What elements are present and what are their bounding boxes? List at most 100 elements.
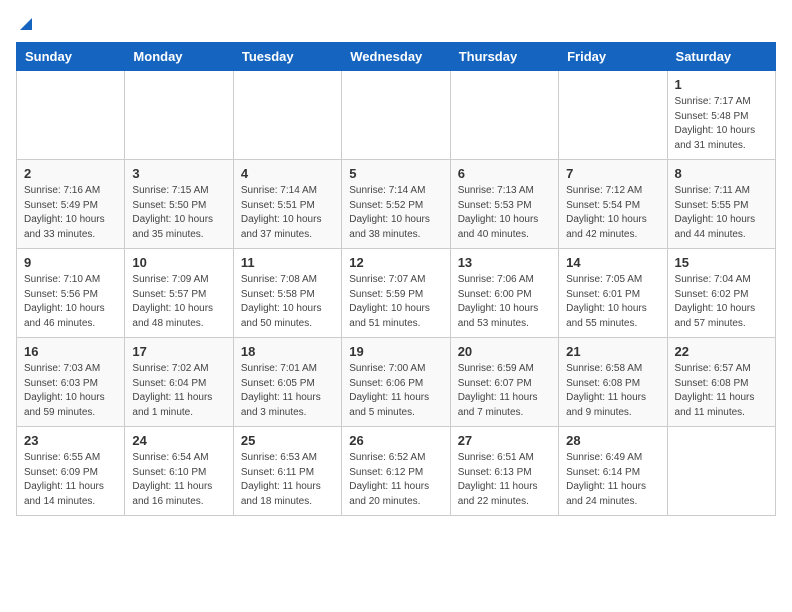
day-info: Sunrise: 7:14 AM Sunset: 5:52 PM Dayligh…: [349, 184, 442, 242]
day-number: 18: [241, 344, 334, 359]
day-number: 15: [675, 255, 768, 270]
calendar-week-3: 9Sunrise: 7:10 AM Sunset: 5:56 PM Daylig…: [17, 249, 776, 338]
day-header-wednesday: Wednesday: [342, 43, 450, 71]
calendar-cell: 13Sunrise: 7:06 AM Sunset: 6:00 PM Dayli…: [450, 249, 558, 338]
logo: [16, 16, 34, 32]
day-number: 26: [349, 433, 442, 448]
calendar-cell: 1Sunrise: 7:17 AM Sunset: 5:48 PM Daylig…: [667, 71, 775, 160]
day-info: Sunrise: 7:15 AM Sunset: 5:50 PM Dayligh…: [132, 184, 225, 242]
day-number: 2: [24, 166, 117, 181]
day-info: Sunrise: 7:08 AM Sunset: 5:58 PM Dayligh…: [241, 273, 334, 331]
day-number: 20: [458, 344, 551, 359]
calendar-cell: 21 Sunrise: 6:58 AM Sunset: 6:08 PM Dayli…: [559, 338, 667, 427]
day-header-sunday: Sunday: [17, 43, 125, 71]
calendar-week-4: 16 Sunrise: 7:03 AM Sunset: 6:03 PM Dayli…: [17, 338, 776, 427]
day-info: Sunrise: 7:09 AM Sunset: 5:57 PM Dayligh…: [132, 273, 225, 331]
calendar-cell: 11 Sunrise: 7:08 AM Sunset: 5:58 PM Dayli…: [233, 249, 341, 338]
day-info: Sunrise: 6:51 AM Sunset: 6:13 PM Dayligh…: [458, 451, 551, 509]
calendar-cell: 15 Sunrise: 7:04 AM Sunset: 6:02 PM Dayli…: [667, 249, 775, 338]
day-info: Sunrise: 6:54 AM Sunset: 6:10 PM Dayligh…: [132, 451, 225, 509]
calendar-cell: 2 Sunrise: 7:16 AM Sunset: 5:49 PM Daylig…: [17, 160, 125, 249]
calendar-cell: 12 Sunrise: 7:07 AM Sunset: 5:59 PM Dayli…: [342, 249, 450, 338]
day-number: 22: [675, 344, 768, 359]
day-header-tuesday: Tuesday: [233, 43, 341, 71]
day-info: Sunrise: 6:58 AM Sunset: 6:08 PM Dayligh…: [566, 362, 659, 420]
calendar-cell: [559, 71, 667, 160]
day-header-friday: Friday: [559, 43, 667, 71]
day-number: 11: [241, 255, 334, 270]
calendar-cell: [233, 71, 341, 160]
calendar-cell: 8Sunrise: 7:11 AM Sunset: 5:55 PM Daylig…: [667, 160, 775, 249]
day-number: 5: [349, 166, 442, 181]
calendar-week-5: 23 Sunrise: 6:55 AM Sunset: 6:09 PM Dayli…: [17, 427, 776, 516]
day-number: 13: [458, 255, 551, 270]
day-info: Sunrise: 7:03 AM Sunset: 6:03 PM Dayligh…: [24, 362, 117, 420]
calendar-header-row: SundayMondayTuesdayWednesdayThursdayFrid…: [17, 43, 776, 71]
day-header-saturday: Saturday: [667, 43, 775, 71]
calendar-cell: 27 Sunrise: 6:51 AM Sunset: 6:13 PM Dayli…: [450, 427, 558, 516]
calendar-cell: 4 Sunrise: 7:14 AM Sunset: 5:51 PM Daylig…: [233, 160, 341, 249]
day-info: Sunrise: 7:04 AM Sunset: 6:02 PM Dayligh…: [675, 273, 768, 331]
calendar-cell: 16 Sunrise: 7:03 AM Sunset: 6:03 PM Dayli…: [17, 338, 125, 427]
day-info: Sunrise: 7:14 AM Sunset: 5:51 PM Dayligh…: [241, 184, 334, 242]
day-number: 6: [458, 166, 551, 181]
day-number: 3: [132, 166, 225, 181]
day-info: Sunrise: 6:53 AM Sunset: 6:11 PM Dayligh…: [241, 451, 334, 509]
day-number: 4: [241, 166, 334, 181]
calendar-cell: 24 Sunrise: 6:54 AM Sunset: 6:10 PM Dayli…: [125, 427, 233, 516]
day-info: Sunrise: 7:05 AM Sunset: 6:01 PM Dayligh…: [566, 273, 659, 331]
calendar-cell: [17, 71, 125, 160]
day-number: 23: [24, 433, 117, 448]
day-number: 27: [458, 433, 551, 448]
page-header: [16, 16, 776, 32]
day-number: 21: [566, 344, 659, 359]
day-number: 17: [132, 344, 225, 359]
calendar-cell: 3 Sunrise: 7:15 AM Sunset: 5:50 PM Daylig…: [125, 160, 233, 249]
calendar-cell: [342, 71, 450, 160]
day-info: Sunrise: 7:00 AM Sunset: 6:06 PM Dayligh…: [349, 362, 442, 420]
day-info: Sunrise: 7:13 AM Sunset: 5:53 PM Dayligh…: [458, 184, 551, 242]
calendar-cell: 19Sunrise: 7:00 AM Sunset: 6:06 PM Dayli…: [342, 338, 450, 427]
day-info: Sunrise: 6:57 AM Sunset: 6:08 PM Dayligh…: [675, 362, 768, 420]
calendar-cell: 10 Sunrise: 7:09 AM Sunset: 5:57 PM Dayli…: [125, 249, 233, 338]
day-number: 12: [349, 255, 442, 270]
calendar-cell: 9Sunrise: 7:10 AM Sunset: 5:56 PM Daylig…: [17, 249, 125, 338]
day-number: 7: [566, 166, 659, 181]
calendar-cell: 14 Sunrise: 7:05 AM Sunset: 6:01 PM Dayli…: [559, 249, 667, 338]
day-info: Sunrise: 6:52 AM Sunset: 6:12 PM Dayligh…: [349, 451, 442, 509]
calendar-cell: [125, 71, 233, 160]
calendar-cell: [450, 71, 558, 160]
calendar-cell: 7 Sunrise: 7:12 AM Sunset: 5:54 PM Daylig…: [559, 160, 667, 249]
calendar-cell: 28 Sunrise: 6:49 AM Sunset: 6:14 PM Dayli…: [559, 427, 667, 516]
day-info: Sunrise: 7:07 AM Sunset: 5:59 PM Dayligh…: [349, 273, 442, 331]
calendar-cell: 22 Sunrise: 6:57 AM Sunset: 6:08 PM Dayli…: [667, 338, 775, 427]
day-number: 24: [132, 433, 225, 448]
day-number: 8: [675, 166, 768, 181]
day-number: 28: [566, 433, 659, 448]
calendar-week-2: 2 Sunrise: 7:16 AM Sunset: 5:49 PM Daylig…: [17, 160, 776, 249]
calendar-week-1: 1Sunrise: 7:17 AM Sunset: 5:48 PM Daylig…: [17, 71, 776, 160]
calendar-cell: 5 Sunrise: 7:14 AM Sunset: 5:52 PM Daylig…: [342, 160, 450, 249]
day-info: Sunrise: 6:55 AM Sunset: 6:09 PM Dayligh…: [24, 451, 117, 509]
calendar-cell: 17 Sunrise: 7:02 AM Sunset: 6:04 PM Dayli…: [125, 338, 233, 427]
calendar-cell: 6 Sunrise: 7:13 AM Sunset: 5:53 PM Daylig…: [450, 160, 558, 249]
day-info: Sunrise: 7:02 AM Sunset: 6:04 PM Dayligh…: [132, 362, 225, 420]
day-info: Sunrise: 7:12 AM Sunset: 5:54 PM Dayligh…: [566, 184, 659, 242]
day-info: Sunrise: 6:59 AM Sunset: 6:07 PM Dayligh…: [458, 362, 551, 420]
calendar-cell: 25 Sunrise: 6:53 AM Sunset: 6:11 PM Dayli…: [233, 427, 341, 516]
day-header-thursday: Thursday: [450, 43, 558, 71]
day-number: 16: [24, 344, 117, 359]
calendar-cell: 26 Sunrise: 6:52 AM Sunset: 6:12 PM Dayli…: [342, 427, 450, 516]
calendar-cell: 20 Sunrise: 6:59 AM Sunset: 6:07 PM Dayli…: [450, 338, 558, 427]
day-number: 1: [675, 77, 768, 92]
calendar-cell: 23 Sunrise: 6:55 AM Sunset: 6:09 PM Dayli…: [17, 427, 125, 516]
day-number: 25: [241, 433, 334, 448]
day-number: 14: [566, 255, 659, 270]
day-header-monday: Monday: [125, 43, 233, 71]
calendar-cell: [667, 427, 775, 516]
day-number: 10: [132, 255, 225, 270]
day-info: Sunrise: 7:16 AM Sunset: 5:49 PM Dayligh…: [24, 184, 117, 242]
day-info: Sunrise: 7:10 AM Sunset: 5:56 PM Dayligh…: [24, 273, 117, 331]
day-info: Sunrise: 6:49 AM Sunset: 6:14 PM Dayligh…: [566, 451, 659, 509]
calendar-cell: 18Sunrise: 7:01 AM Sunset: 6:05 PM Dayli…: [233, 338, 341, 427]
